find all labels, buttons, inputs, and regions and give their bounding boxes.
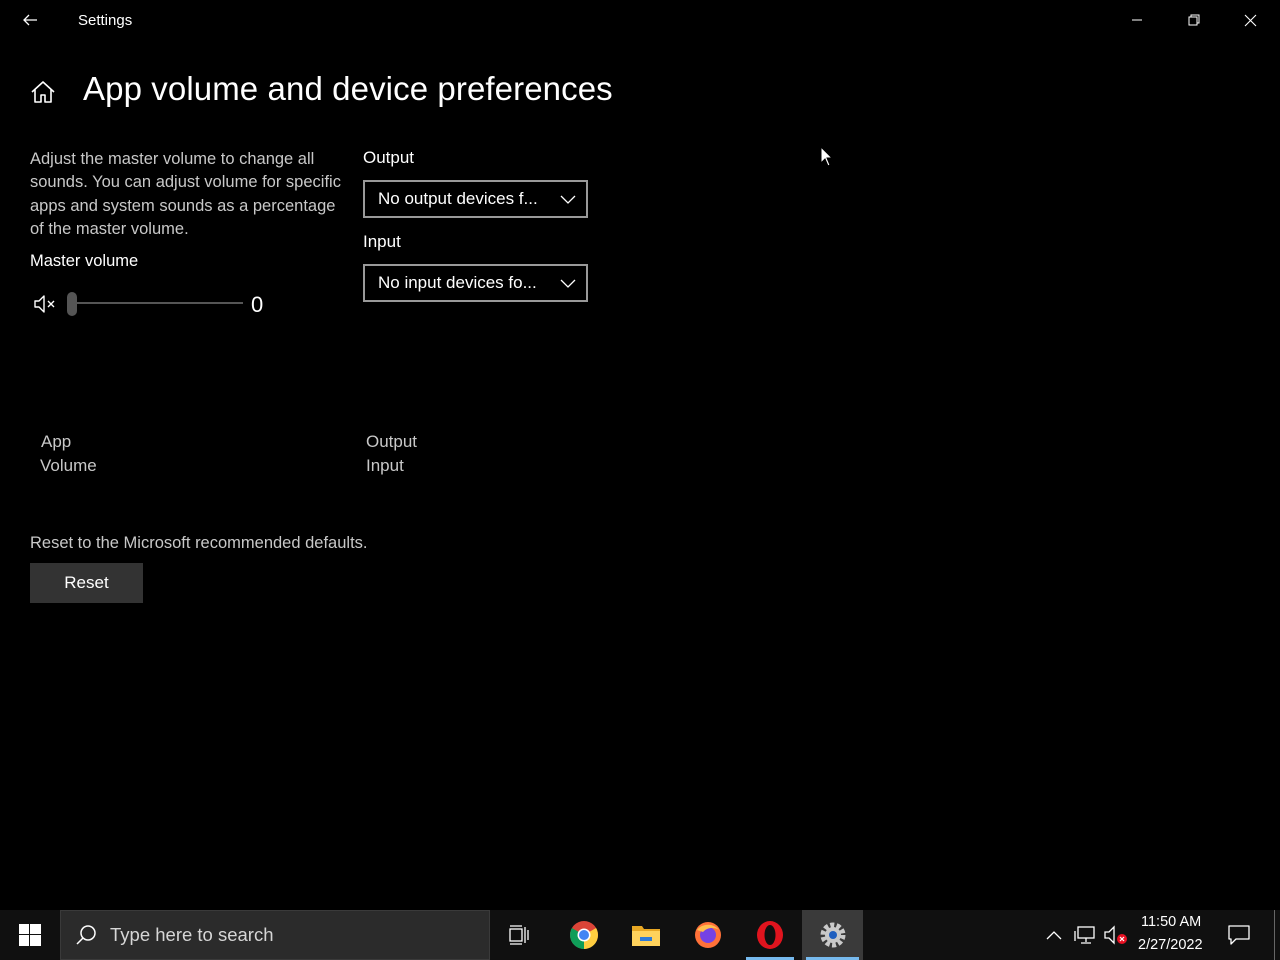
master-volume-label: Master volume (30, 252, 139, 270)
file-explorer-icon (632, 926, 660, 946)
network-tray-button[interactable] (1072, 920, 1098, 950)
task-view-icon (509, 925, 529, 945)
input-device-selected: No input devices fo... (378, 273, 537, 292)
network-icon (1074, 926, 1095, 944)
firefox-icon (695, 922, 721, 948)
page-title: App volume and device preferences (83, 70, 613, 107)
master-volume-slider-track[interactable] (70, 302, 243, 304)
chrome-taskbar-button[interactable] (556, 910, 612, 960)
settings-gear-icon (820, 922, 845, 948)
minimize-icon (1131, 19, 1142, 21)
master-volume-slider-thumb[interactable] (67, 292, 77, 316)
clock-date[interactable]: 2/27/2022 (1138, 937, 1203, 953)
close-button[interactable] (1222, 0, 1279, 40)
column-header-input: Input (366, 456, 404, 475)
opera-icon (757, 921, 783, 949)
start-button[interactable] (0, 910, 60, 960)
show-hidden-icons-button[interactable] (1042, 920, 1066, 950)
chevron-up-icon (1046, 931, 1062, 940)
settings-taskbar-button[interactable] (802, 910, 863, 960)
search-icon (74, 923, 98, 947)
chrome-icon (570, 921, 598, 949)
clock-time[interactable]: 11:50 AM (1141, 914, 1201, 930)
column-header-output: Output (366, 432, 418, 451)
mouse-pointer-icon (820, 145, 834, 168)
master-volume-value: 0 (251, 292, 264, 317)
show-desktop-button[interactable] (1274, 910, 1275, 960)
volume-tray-button[interactable] (1102, 920, 1130, 950)
minimize-button[interactable] (1108, 0, 1165, 40)
windows-logo-icon (19, 924, 41, 946)
action-center-button[interactable] (1224, 920, 1254, 950)
speaker-error-icon (1104, 925, 1127, 945)
notification-icon (1228, 925, 1250, 945)
volume-mute-icon[interactable] (33, 292, 59, 316)
home-icon[interactable] (29, 78, 57, 106)
chevron-down-icon (550, 266, 586, 300)
output-label: Output (363, 148, 415, 167)
opera-taskbar-button[interactable] (742, 910, 798, 960)
output-device-dropdown[interactable]: No output devices f... (363, 180, 588, 218)
firefox-taskbar-button[interactable] (680, 910, 736, 960)
window-title: Settings (78, 12, 133, 29)
reset-button[interactable]: Reset (30, 563, 143, 603)
close-icon (1244, 14, 1257, 26)
file-explorer-taskbar-button[interactable] (618, 910, 674, 960)
search-placeholder: Type here to search (110, 924, 274, 945)
task-view-button[interactable] (492, 910, 548, 960)
column-header-volume: Volume (40, 456, 97, 475)
column-header-app: App (41, 432, 72, 451)
back-button[interactable] (16, 6, 44, 34)
restore-icon (1188, 14, 1199, 26)
input-device-dropdown[interactable]: No input devices fo... (363, 264, 588, 302)
reset-description: Reset to the Microsoft recommended defau… (30, 534, 368, 552)
input-label: Input (363, 232, 401, 251)
output-device-selected: No output devices f... (378, 189, 538, 208)
chevron-down-icon (550, 182, 586, 216)
master-volume-description: Adjust the master volume to change all s… (30, 150, 341, 238)
restore-button[interactable] (1165, 0, 1222, 40)
back-arrow-icon (23, 14, 37, 26)
